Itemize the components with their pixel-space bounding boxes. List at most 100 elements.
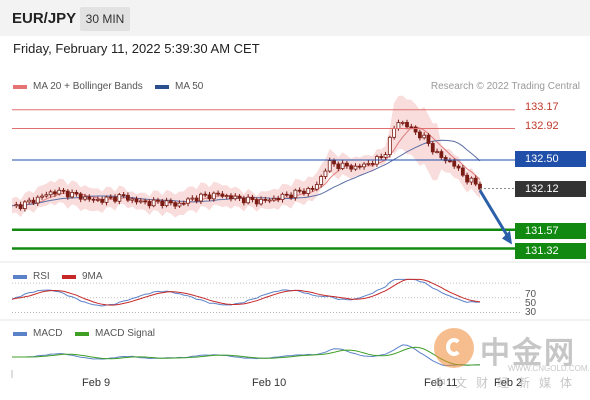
candle-body	[387, 136, 392, 155]
candle-body	[130, 198, 135, 201]
macd-signal-legend-swatch	[75, 332, 89, 336]
candle-body	[336, 163, 341, 169]
candle-body	[327, 160, 332, 172]
candle-body	[276, 198, 281, 201]
candle-body	[284, 193, 289, 196]
candle-body	[366, 163, 371, 165]
candle-body	[48, 191, 53, 196]
candle-body	[237, 195, 242, 199]
candle-body	[409, 126, 414, 129]
candle-body	[199, 193, 203, 202]
candle-body	[18, 204, 23, 209]
candle-body	[263, 198, 268, 201]
candle-body	[78, 193, 83, 200]
candle-body	[465, 174, 470, 183]
candle-body	[417, 131, 422, 139]
projection-arrow	[478, 189, 511, 240]
candle-body	[241, 197, 246, 204]
candle-body	[370, 163, 375, 165]
candle-body	[460, 167, 465, 176]
rsi-tick-30: 30	[525, 307, 537, 318]
candle-body	[216, 192, 220, 195]
candle-body	[203, 193, 208, 196]
candle-body	[362, 163, 366, 168]
candle-body	[430, 143, 435, 153]
candle-body	[259, 198, 263, 205]
candle-body	[383, 154, 388, 158]
candle-body	[469, 177, 474, 183]
candle-body	[426, 134, 431, 144]
candle-body	[87, 196, 92, 200]
candle-body	[207, 194, 212, 200]
pivot-level-label: 132.50	[515, 151, 586, 167]
candle-body	[186, 198, 190, 204]
candle-body	[400, 122, 405, 124]
candle-body	[319, 176, 324, 185]
candle-body	[314, 184, 319, 190]
resistance-1-label: 132.92	[525, 120, 559, 132]
candle-body	[138, 200, 143, 203]
candle-body	[211, 192, 216, 200]
candle-body	[349, 165, 354, 170]
candle-body	[396, 122, 401, 129]
candle-body	[233, 195, 238, 200]
candle-body	[57, 189, 62, 195]
candle-body	[297, 189, 302, 192]
candle-body	[168, 200, 173, 204]
candle-body	[289, 194, 293, 199]
candle-body	[473, 177, 478, 185]
candle-body	[44, 194, 49, 197]
macd-signal-legend-label: MACD Signal	[95, 328, 156, 339]
candle-body	[405, 122, 409, 128]
candle-body	[452, 160, 457, 167]
candle-body	[83, 196, 87, 200]
candle-body	[27, 199, 32, 203]
support-2-label: 131.32	[515, 243, 586, 259]
candle-body	[121, 194, 126, 197]
candle-body	[134, 198, 139, 203]
candle-body	[156, 199, 160, 202]
candle-body	[272, 198, 276, 201]
candle-body	[61, 189, 66, 192]
candle-body	[439, 151, 444, 158]
candle-body	[229, 195, 233, 200]
candle-body	[379, 156, 384, 158]
candle-body	[353, 165, 358, 170]
candle-body	[190, 197, 195, 200]
candle-body	[413, 126, 418, 133]
candle-body	[340, 162, 345, 169]
candle-body	[151, 199, 156, 207]
candle-body	[160, 200, 165, 207]
candle-body	[31, 199, 36, 204]
candle-body	[422, 134, 427, 139]
candle-body	[194, 197, 199, 202]
macd-legend-label: MACD	[33, 328, 63, 339]
rsi-ma-legend-swatch	[62, 275, 76, 279]
candle-body	[104, 196, 109, 203]
candle-body	[293, 189, 298, 199]
candle-body	[113, 196, 117, 202]
candle-body	[254, 199, 259, 205]
macd-legend-swatch	[13, 332, 27, 336]
current-price-label: 132.12	[515, 181, 586, 197]
candle-body	[108, 196, 113, 199]
candle-body	[250, 196, 255, 200]
candle-body	[74, 192, 79, 195]
candle-body	[267, 199, 272, 202]
candle-body	[448, 160, 452, 163]
candle-body	[310, 188, 315, 190]
candle-body	[173, 202, 178, 207]
rsi-legend-label: RSI	[33, 271, 50, 282]
resistance-2-label: 133.17	[525, 101, 559, 113]
candle-body	[357, 165, 362, 168]
candle-body	[147, 201, 152, 207]
candle-body	[164, 200, 169, 207]
candle-body	[126, 194, 130, 201]
candle-body	[302, 190, 306, 194]
date-tick-feb10: Feb 10	[252, 377, 287, 389]
watermark-subtitle: 中文财经新媒体	[434, 376, 582, 390]
candle-body	[14, 204, 19, 207]
candle-body	[91, 198, 96, 201]
candle-body	[332, 160, 336, 165]
candle-body	[22, 201, 27, 209]
